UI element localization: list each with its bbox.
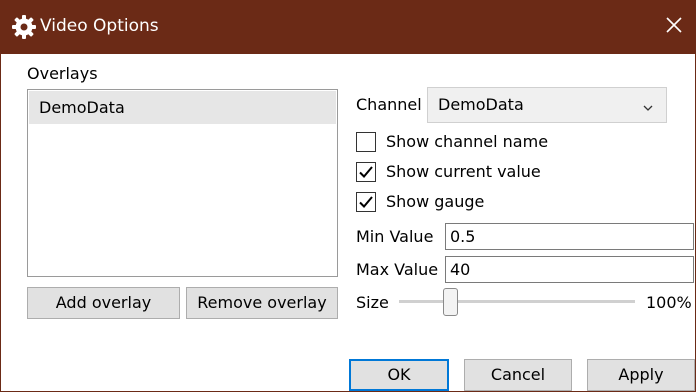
chevron-down-icon [642, 99, 654, 111]
gear-icon [11, 14, 37, 40]
size-slider-track [399, 300, 635, 303]
window-title: Video Options [40, 16, 159, 36]
overlays-label: Overlays [27, 64, 98, 83]
list-item[interactable]: DemoData [29, 91, 336, 124]
ok-button[interactable]: OK [349, 359, 449, 391]
show-channel-name-checkbox[interactable] [356, 132, 376, 152]
close-icon [666, 17, 682, 37]
channel-select-value: DemoData [438, 95, 524, 114]
checkmark-icon [359, 196, 373, 208]
video-options-dialog: Video Options Overlays DemoData Add over… [0, 0, 696, 392]
close-button[interactable] [651, 0, 696, 54]
show-current-value-checkbox[interactable] [356, 162, 376, 182]
max-value-input[interactable]: 40 [445, 256, 694, 283]
show-gauge-label: Show gauge [386, 192, 485, 211]
show-gauge-checkbox[interactable] [356, 192, 376, 212]
max-value-label: Max Value [356, 260, 439, 279]
add-overlay-button[interactable]: Add overlay [27, 287, 180, 319]
remove-overlay-button[interactable]: Remove overlay [186, 287, 338, 319]
show-current-value-label: Show current value [386, 162, 541, 181]
overlays-list[interactable]: DemoData [27, 89, 338, 277]
checkmark-icon [359, 166, 373, 178]
channel-select[interactable]: DemoData [427, 87, 667, 123]
apply-button[interactable]: Apply [587, 359, 695, 391]
min-value-label: Min Value [356, 227, 434, 246]
size-slider-thumb[interactable] [443, 288, 458, 316]
show-channel-name-label: Show channel name [386, 132, 549, 151]
size-value: 100% [646, 293, 692, 312]
size-label: Size [356, 293, 389, 312]
channel-label: Channel [356, 95, 422, 114]
size-slider[interactable] [399, 287, 637, 317]
cancel-button[interactable]: Cancel [464, 359, 572, 391]
title-bar: Video Options [1, 0, 696, 54]
min-value-input[interactable]: 0.5 [445, 223, 694, 250]
